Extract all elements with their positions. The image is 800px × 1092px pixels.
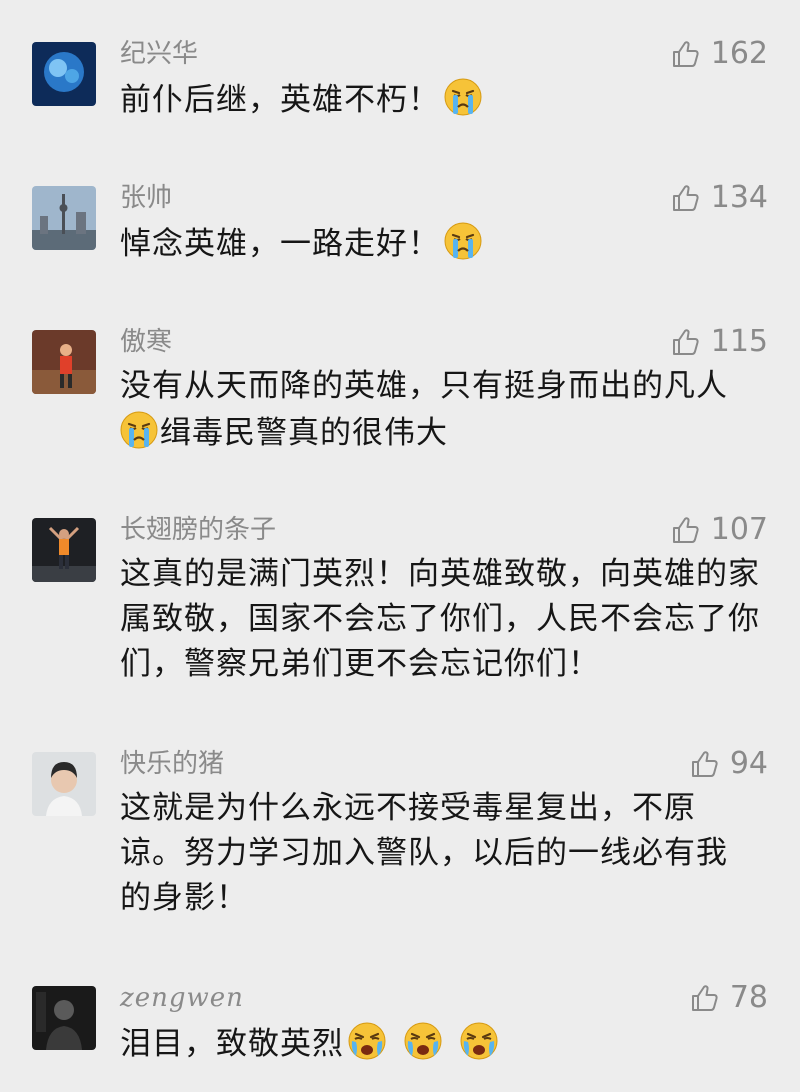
comment-text-line: 缉毒民警真的很伟大 — [160, 415, 448, 451]
username[interactable]: 长翅膀的条子 — [120, 514, 276, 546]
avatar[interactable] — [32, 186, 96, 250]
like-count: 162 — [710, 36, 768, 71]
comment-text: 这真的是满门英烈！向英雄致敬，向英雄的家属致敬，国家不会忘了你们，人民不会忘了你… — [120, 556, 760, 682]
comment-text: 没有从天而降的英雄，只有挺身而出的凡人 缉毒民警真的很伟大 — [120, 364, 780, 456]
avatar[interactable] — [32, 986, 96, 1050]
username[interactable]: 纪兴华 — [120, 38, 198, 70]
crying-face-emoji — [442, 220, 484, 262]
comment-text: 泪目，致敬英烈 — [120, 1020, 760, 1067]
like-button[interactable]: 115 — [671, 324, 768, 360]
like-count: 107 — [710, 512, 768, 547]
like-button[interactable]: 78 — [690, 980, 768, 1016]
avatar[interactable] — [32, 752, 96, 816]
like-button[interactable]: 134 — [671, 180, 768, 216]
loudly-crying-face-emoji — [402, 1020, 444, 1062]
thumbs-up-icon — [671, 183, 701, 213]
comment-text: 悼念英雄，一路走好！ — [120, 220, 760, 267]
comment-text: 这就是为什么永远不接受毒星复出，不原谅。努力学习加入警队，以后的一线必有我的身影… — [120, 790, 728, 916]
avatar[interactable] — [32, 330, 96, 394]
crying-face-emoji — [118, 409, 160, 451]
username[interactable]: 张帅 — [120, 182, 172, 214]
loudly-crying-face-emoji — [458, 1020, 500, 1062]
avatar[interactable] — [32, 42, 96, 106]
thumbs-up-icon — [690, 983, 720, 1013]
username[interactable]: 傲寒 — [120, 326, 172, 358]
crying-face-emoji — [442, 76, 484, 118]
comment-text-content: 泪目，致敬英烈 — [120, 1026, 344, 1062]
thumbs-up-icon — [690, 749, 720, 779]
like-count: 94 — [729, 746, 768, 781]
thumbs-up-icon — [671, 515, 701, 545]
like-count: 134 — [710, 180, 768, 215]
comment-text-line: 没有从天而降的英雄，只有挺身而出的凡人 — [120, 368, 728, 404]
thumbs-up-icon — [671, 327, 701, 357]
like-count: 78 — [729, 980, 768, 1015]
loudly-crying-face-emoji — [346, 1020, 388, 1062]
username[interactable]: zengwen — [120, 982, 244, 1014]
thumbs-up-icon — [671, 39, 701, 69]
username[interactable]: 快乐的猪 — [120, 748, 224, 780]
like-button[interactable]: 107 — [671, 512, 768, 548]
avatar[interactable] — [32, 518, 96, 582]
comment-text-content: 前仆后继，英雄不朽！ — [120, 82, 440, 118]
like-button[interactable]: 162 — [671, 36, 768, 72]
like-count: 115 — [710, 324, 768, 359]
comment-text-content: 悼念英雄，一路走好！ — [120, 226, 440, 262]
comment-text: 前仆后继，英雄不朽！ — [120, 76, 760, 123]
like-button[interactable]: 94 — [690, 746, 768, 782]
